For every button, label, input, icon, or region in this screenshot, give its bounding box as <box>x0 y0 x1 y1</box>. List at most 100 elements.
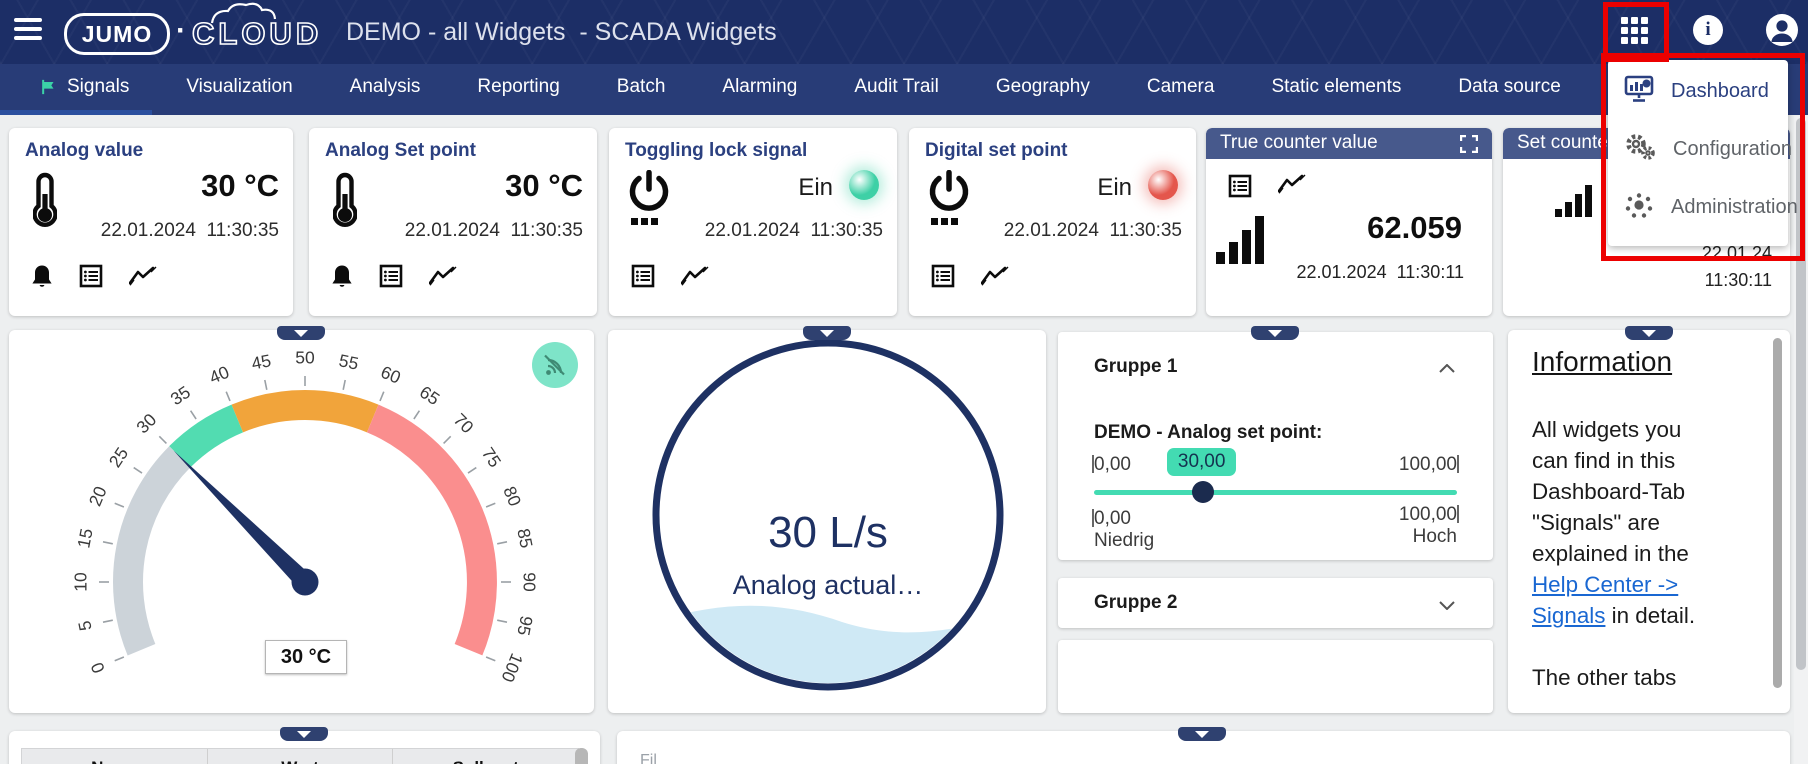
group-title: Gruppe 2 <box>1094 592 1177 614</box>
menu-item-administration[interactable]: Administration <box>1608 178 1788 236</box>
info-line <box>1532 631 1695 662</box>
tab-geography[interactable]: Geography <box>996 76 1090 98</box>
status-light <box>849 170 879 200</box>
app-header: JUMO · CLOUD DEMO - all Widgets - SCADA … <box>0 0 1808 64</box>
tab-visualization[interactable]: Visualization <box>186 76 292 98</box>
svg-text:40: 40 <box>206 362 232 388</box>
widget-toggling-lock-signal: Toggling lock signal Ein 22.01.2024 11:3… <box>609 128 897 316</box>
alarm-bell-icon[interactable] <box>31 264 53 293</box>
signal-timestamp: 22.01.2024 11:30:35 <box>1004 220 1182 242</box>
info-line: All widgets you <box>1532 414 1695 445</box>
tab-signals[interactable]: Signals <box>38 76 129 98</box>
menu-item-dashboard[interactable]: Dashboard <box>1608 62 1788 120</box>
collapse-tab[interactable] <box>1625 326 1673 340</box>
svg-text:85: 85 <box>513 527 536 550</box>
menu-item-configuration[interactable]: Configuration <box>1608 120 1788 178</box>
svg-text:65: 65 <box>416 382 443 409</box>
help-center-link[interactable]: Signals <box>1532 603 1605 628</box>
trend-chart-icon[interactable] <box>429 266 457 291</box>
tank-value: 30 L/s <box>668 508 988 558</box>
widget-title: True counter value <box>1220 132 1378 154</box>
widget-gauge: 0510152025303540455055606570758085909510… <box>9 330 594 713</box>
fullscreen-icon[interactable] <box>1460 135 1478 158</box>
info-line: Signals in detail. <box>1532 600 1695 631</box>
no-signal-icon <box>532 342 578 388</box>
table-column-name: Name <box>22 749 207 764</box>
signal-state: Ein <box>1097 174 1132 202</box>
svg-text:60: 60 <box>378 362 404 388</box>
bar-chart-icon <box>1216 212 1276 269</box>
tab-camera[interactable]: Camera <box>1147 76 1215 98</box>
tab-audit-trail[interactable]: Audit Trail <box>854 76 938 98</box>
scale-min: 0,00 <box>1092 508 1131 530</box>
gauge-value-box: 30 °C <box>265 640 347 674</box>
widget-true-counter: True counter value 62.059 22.01.2024 11:… <box>1206 128 1492 316</box>
apps-grid-icon[interactable] <box>1612 8 1656 52</box>
filter-label: Fil <box>640 752 657 764</box>
widget-group-empty <box>1058 640 1493 713</box>
value-list-icon[interactable] <box>379 264 403 293</box>
power-icon <box>927 170 971 231</box>
collapse-tab[interactable] <box>277 326 325 340</box>
collapse-tab[interactable] <box>1251 326 1299 340</box>
chevron-up-icon[interactable] <box>1439 360 1455 378</box>
tab-analysis[interactable]: Analysis <box>350 76 421 98</box>
tab-data-source[interactable]: Data source <box>1458 76 1560 98</box>
thermometer-icon <box>333 172 357 235</box>
svg-text:75: 75 <box>478 444 505 471</box>
svg-text:35: 35 <box>167 382 194 409</box>
svg-text:50: 50 <box>295 348 315 368</box>
hamburger-menu-icon[interactable] <box>14 18 44 44</box>
slider-min-label: 0,00 <box>1092 454 1131 476</box>
dashboard-icon <box>1624 75 1654 108</box>
trend-chart-icon[interactable] <box>1278 174 1306 203</box>
info-line: explained in the <box>1532 538 1695 569</box>
signal-timestamp: 22.01.2024 11:30:35 <box>405 220 583 242</box>
widget-tank: 30 L/s Analog actual… <box>608 330 1046 713</box>
info-line: The other tabs <box>1532 662 1695 693</box>
tab-alarming[interactable]: Alarming <box>722 76 797 98</box>
info-line: Help Center -> <box>1532 569 1695 600</box>
value-list-icon[interactable] <box>931 264 955 293</box>
status-light <box>1148 170 1178 200</box>
widget-digital-set-point: Digital set point Ein 22.01.2024 11:30:3… <box>909 128 1196 316</box>
signal-timestamp: 22.01.2024 11:30:35 <box>705 220 883 242</box>
account-icon[interactable] <box>1766 14 1798 46</box>
tab-batch[interactable]: Batch <box>617 76 666 98</box>
cloud-wordmark: CLOUD <box>192 16 322 52</box>
scale-min-name: Niedrig <box>1094 530 1154 552</box>
svg-text:95: 95 <box>513 614 536 637</box>
network-icon <box>1624 191 1654 224</box>
svg-text:20: 20 <box>85 483 111 509</box>
tab-static-elements[interactable]: Static elements <box>1271 76 1401 98</box>
alarm-bell-icon[interactable] <box>331 264 353 293</box>
slider-track[interactable] <box>1094 490 1457 495</box>
table-scrollbar[interactable] <box>575 748 588 764</box>
trend-chart-icon[interactable] <box>681 266 709 291</box>
help-center-link[interactable]: Help Center -> <box>1532 572 1678 597</box>
info-line: Dashboard-Tab <box>1532 476 1695 507</box>
value-list-icon[interactable] <box>1228 174 1252 203</box>
table-header-row: NameWertSollwert <box>21 748 579 764</box>
collapse-tab[interactable] <box>280 727 328 741</box>
slider-thumb[interactable] <box>1192 481 1214 503</box>
gears-icon <box>1624 133 1656 166</box>
counter-value: 62.059 <box>1367 210 1462 246</box>
info-scrollbar[interactable] <box>1773 338 1782 688</box>
value-list-icon[interactable] <box>631 264 655 293</box>
svg-text:80: 80 <box>499 483 525 509</box>
svg-text:0: 0 <box>87 659 109 676</box>
page-title: DEMO - all Widgets - SCADA Widgets <box>346 18 777 47</box>
trend-chart-icon[interactable] <box>981 266 1009 291</box>
widget-group-2[interactable]: Gruppe 2 <box>1058 578 1493 628</box>
collapse-tab[interactable] <box>1178 727 1226 741</box>
jumo-logo: JUMO <box>64 13 170 55</box>
scale-max-name: Hoch <box>1413 526 1457 548</box>
info-icon[interactable]: i <box>1693 15 1723 45</box>
value-list-icon[interactable] <box>79 264 103 293</box>
trend-chart-icon[interactable] <box>129 266 157 291</box>
chevron-down-icon[interactable] <box>1439 597 1455 615</box>
tab-reporting[interactable]: Reporting <box>477 76 559 98</box>
widget-title: Toggling lock signal <box>625 140 807 162</box>
collapse-tab[interactable] <box>803 326 851 340</box>
